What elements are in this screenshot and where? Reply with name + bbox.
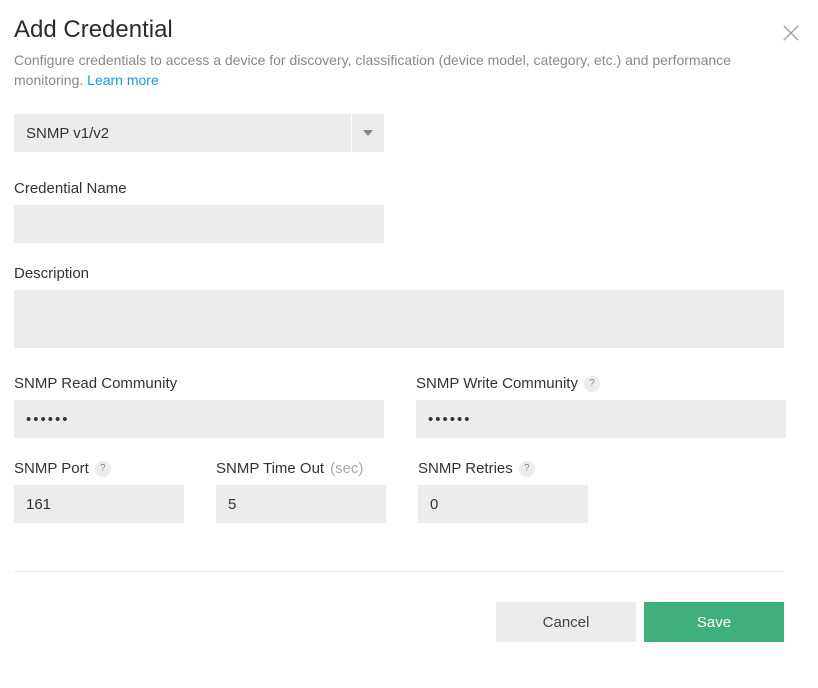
help-icon[interactable]: ? (95, 461, 111, 477)
description-label: Description (14, 265, 804, 282)
chevron-down-icon (352, 114, 384, 152)
snmp-timeout-input[interactable] (216, 485, 386, 523)
credential-name-input[interactable] (14, 205, 384, 243)
close-icon (782, 24, 800, 42)
read-community-input[interactable] (14, 400, 384, 438)
close-button[interactable] (778, 20, 804, 51)
snmp-retries-input[interactable] (418, 485, 588, 523)
snmp-timeout-suffix: (sec) (330, 460, 363, 477)
page-title: Add Credential (14, 16, 173, 44)
snmp-port-input[interactable] (14, 485, 184, 523)
divider (14, 571, 784, 572)
snmp-timeout-label: SNMP Time Out (216, 460, 324, 477)
cancel-button[interactable]: Cancel (496, 602, 636, 642)
read-community-label: SNMP Read Community (14, 375, 177, 392)
snmp-port-label: SNMP Port (14, 460, 89, 477)
write-community-input[interactable] (416, 400, 786, 438)
help-icon[interactable]: ? (584, 376, 600, 392)
learn-more-link[interactable]: Learn more (87, 72, 159, 88)
write-community-label: SNMP Write Community (416, 375, 578, 392)
snmp-retries-label: SNMP Retries (418, 460, 513, 477)
credential-type-select[interactable]: SNMP v1/v2 (14, 114, 384, 152)
credential-type-value: SNMP v1/v2 (14, 114, 352, 152)
help-icon[interactable]: ? (519, 461, 535, 477)
credential-name-label: Credential Name (14, 180, 804, 197)
page-subtitle: Configure credentials to access a device… (14, 51, 804, 90)
save-button[interactable]: Save (644, 602, 784, 642)
description-input[interactable] (14, 290, 784, 348)
